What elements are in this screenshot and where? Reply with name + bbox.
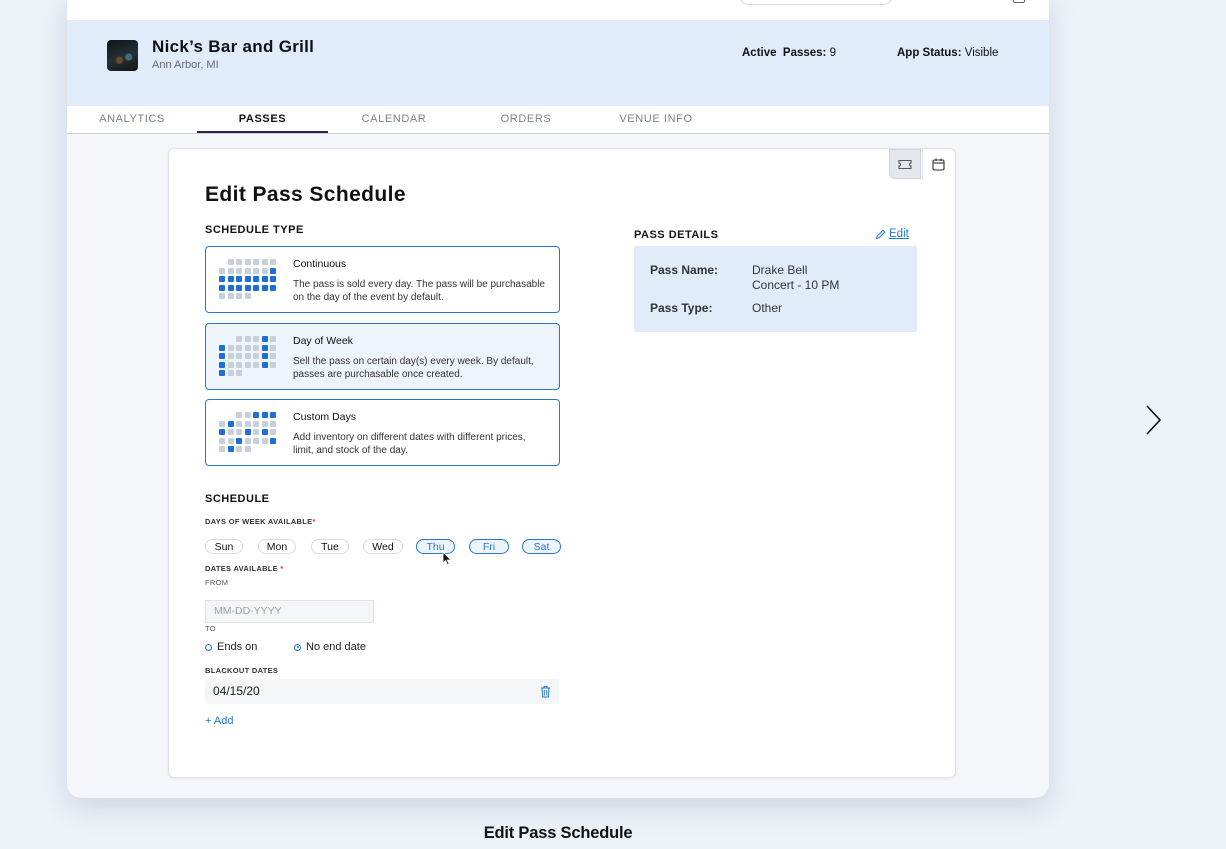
app-status-value: Visible: [964, 47, 999, 59]
main-tabs: ANALYTICS PASSES CALENDAR ORDERS VENUE I…: [67, 106, 1049, 134]
pass-name-key: Pass Name:: [650, 263, 719, 277]
option-description: Sell the pass on certain day(s) every we…: [293, 356, 534, 380]
option-description: Add inventory on different dates with di…: [293, 432, 526, 456]
edit-pass-details-link[interactable]: Edit: [875, 228, 909, 240]
option-title: Custom Days: [293, 411, 357, 423]
option-description: The pass is sold every day. The pass wil…: [293, 279, 545, 303]
notification-icon[interactable]: [1013, 0, 1025, 3]
option-custom-days[interactable]: Custom Days Add inventory on different d…: [205, 399, 560, 466]
days-of-week-label: DAYS OF WEEK AVAILABLE*: [205, 517, 316, 526]
radio-no-end-date[interactable]: No end date: [294, 641, 366, 653]
blackout-date-value: 04/15/20: [213, 684, 260, 698]
day-pill-wed[interactable]: Wed: [363, 539, 403, 554]
trash-icon: [541, 686, 550, 698]
from-label: FROM: [205, 578, 229, 587]
app-status-stat: App Status: Visible: [897, 47, 998, 59]
active-passes-value: 9: [829, 47, 836, 59]
tab-analytics[interactable]: ANALYTICS: [77, 106, 187, 133]
pass-name-line2: Concert - 10 PM: [752, 278, 840, 292]
tab-passes[interactable]: PASSES: [197, 106, 328, 133]
chevron-right-icon[interactable]: [1144, 404, 1162, 436]
plus-icon: +: [205, 715, 212, 727]
pencil-icon: [875, 229, 886, 239]
radio-checked-icon: [294, 643, 301, 651]
search-box[interactable]: [740, 0, 892, 5]
calendar-icon: [932, 158, 945, 171]
active-passes-label: Active Passes:: [742, 47, 827, 59]
top-bar: [67, 0, 1049, 20]
option-title: Day of Week: [293, 335, 353, 347]
page-title: Edit Pass Schedule: [205, 183, 406, 206]
list-view-button[interactable]: [889, 149, 921, 179]
venue-location: Ann Arbor, MI: [152, 59, 219, 71]
tab-calendar[interactable]: CALENDAR: [339, 106, 449, 133]
schedule-label: SCHEDULE: [205, 493, 270, 505]
dates-available-label: DATES AVAILABLE *: [205, 564, 284, 573]
option-title: Continuous: [293, 258, 347, 270]
option-continuous[interactable]: Continuous The pass is sold every day. T…: [205, 246, 560, 313]
radio-label: Ends on: [217, 641, 258, 653]
from-date-input[interactable]: MM-DD-YYYY: [205, 600, 374, 623]
pass-name-value: Drake Bell Concert - 10 PM: [752, 263, 839, 293]
add-blackout-date-link[interactable]: + Add: [205, 715, 233, 727]
day-pill-fri[interactable]: Fri: [469, 539, 509, 554]
required-mark: *: [280, 564, 284, 573]
edit-schedule-card: Edit Pass Schedule SCHEDULE TYPE Continu…: [168, 148, 956, 778]
ticket-icon: [898, 159, 912, 169]
pass-type-key: Pass Type:: [650, 301, 713, 315]
blackout-dates-label: BLACKOUT DATES: [205, 666, 279, 675]
radio-ends-on[interactable]: Ends on: [205, 641, 257, 653]
pass-type-value: Other: [752, 301, 783, 315]
tab-venue-info[interactable]: VENUE INFO: [601, 106, 711, 133]
day-pill-sun[interactable]: Sun: [205, 539, 243, 554]
delete-button[interactable]: [540, 685, 551, 703]
pass-name-line1: Drake Bell: [752, 263, 808, 277]
tab-orders[interactable]: ORDERS: [471, 106, 581, 133]
view-toggle: [889, 149, 955, 179]
mouse-cursor-icon: [442, 551, 452, 566]
option-day-of-week[interactable]: Day of Week Sell the pass on certain day…: [205, 323, 560, 390]
day-pill-sat[interactable]: Sat: [522, 539, 561, 554]
day-pill-mon[interactable]: Mon: [258, 539, 296, 554]
venue-header: Nick’s Bar and Grill Ann Arbor, MI Activ…: [67, 20, 1049, 106]
blackout-date-row: 04/15/20: [205, 679, 559, 704]
continuous-pattern-icon: [219, 259, 281, 303]
calendar-view-button[interactable]: [922, 149, 954, 179]
edit-label: Edit: [889, 228, 909, 240]
venue-name: Nick’s Bar and Grill: [152, 37, 315, 56]
day-of-week-pattern-icon: [219, 336, 281, 380]
pass-details-box: Pass Name: Drake Bell Concert - 10 PM Pa…: [634, 246, 917, 332]
dates-available-label-text: DATES AVAILABLE: [205, 564, 278, 573]
active-passes-stat: Active Passes: 9: [742, 47, 836, 59]
pass-details-heading: PASS DETAILS: [634, 229, 719, 241]
app-window: Nick’s Bar and Grill Ann Arbor, MI Activ…: [67, 0, 1049, 798]
custom-days-pattern-icon: [219, 412, 281, 456]
to-label: TO: [205, 624, 216, 633]
venue-thumbnail: [107, 40, 138, 71]
slide-caption: Edit Pass Schedule: [483, 824, 633, 842]
add-label: Add: [213, 715, 234, 727]
day-pill-tue[interactable]: Tue: [311, 539, 349, 554]
required-mark: *: [312, 517, 316, 526]
app-status-label: App Status:: [897, 47, 962, 59]
radio-unchecked-icon: [205, 643, 212, 651]
schedule-type-label: SCHEDULE TYPE: [205, 224, 304, 236]
days-of-week-label-text: DAYS OF WEEK AVAILABLE: [205, 517, 313, 526]
radio-label: No end date: [306, 641, 366, 653]
